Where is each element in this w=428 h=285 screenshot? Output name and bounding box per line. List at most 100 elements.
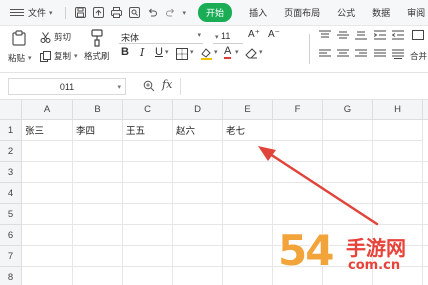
tab-insert[interactable]: 插入 — [249, 6, 267, 19]
paste-label: 粘贴 — [8, 53, 26, 63]
print-icon[interactable] — [110, 7, 122, 18]
copy-label: 复制 — [54, 51, 72, 61]
row-header[interactable]: 2 — [0, 141, 22, 162]
tab-formulas[interactable]: 公式 — [337, 6, 355, 19]
watermark-number: 54 — [278, 226, 334, 275]
zoom-icon[interactable] — [143, 80, 155, 92]
format-painter-label: 格式刷 — [84, 51, 110, 61]
cell-b1[interactable]: 李四 — [73, 120, 123, 141]
row-header[interactable]: 7 — [0, 246, 22, 267]
copy-button[interactable]: 复制 ▾ — [40, 50, 78, 62]
save-icon[interactable] — [74, 7, 86, 18]
print-preview-icon[interactable] — [128, 7, 140, 18]
chevron-down-icon[interactable]: ▾ — [165, 48, 169, 56]
column-header[interactable]: B — [73, 100, 123, 120]
column-header[interactable]: F — [273, 100, 323, 120]
merge-button[interactable]: 合并 — [410, 50, 427, 62]
chevron-down-icon[interactable]: ▾ — [214, 48, 218, 56]
column-header[interactable]: C — [123, 100, 173, 120]
name-box-value: 011 — [59, 81, 75, 92]
chevron-down-icon[interactable]: ▾ — [235, 48, 239, 56]
formula-input[interactable] — [180, 78, 428, 95]
format-painter-button[interactable]: 格式刷 — [84, 50, 110, 62]
paste-icon[interactable] — [12, 30, 26, 46]
cell-g1[interactable] — [323, 120, 373, 141]
fx-icon[interactable]: fx — [162, 78, 172, 91]
row-header[interactable]: 5 — [0, 204, 22, 225]
underline-icon[interactable]: U — [155, 46, 163, 58]
menu-icon[interactable] — [10, 8, 24, 17]
chevron-down-icon: ▾ — [117, 83, 121, 91]
redo-icon[interactable] — [165, 7, 176, 18]
font-name-value: 宋体 — [121, 33, 140, 43]
tab-review[interactable]: 审阅 — [407, 6, 425, 19]
align-left-icon[interactable] — [319, 49, 331, 59]
formula-bar: 011 ▾ fx — [0, 73, 428, 100]
chevron-down-icon[interactable]: ▾ — [183, 9, 187, 17]
paste-button[interactable]: 粘贴 ▾ — [8, 52, 32, 64]
format-painter-icon[interactable] — [90, 29, 104, 47]
fill-color-icon[interactable] — [200, 47, 213, 60]
watermark-logo: 54 手游网 com.cn — [278, 226, 428, 285]
bold-icon[interactable]: B — [121, 46, 129, 58]
cell-c1[interactable]: 王五 — [123, 120, 173, 141]
chevron-down-icon[interactable]: ▾ — [190, 48, 194, 56]
cell-a1[interactable]: 张三 — [22, 120, 73, 141]
align-right-icon[interactable] — [355, 49, 367, 59]
row-header[interactable]: 3 — [0, 162, 22, 183]
ribbon-toolbar: 粘贴 ▾ 剪切 复制 ▾ 格式刷 宋体 ▾ ▾ 11 A⁺ A⁻ B I U ▾… — [0, 26, 428, 73]
export-icon[interactable] — [92, 7, 104, 18]
row-header[interactable]: 8 — [0, 267, 22, 285]
cut-button[interactable]: 剪切 — [40, 31, 71, 43]
name-box[interactable]: 011 ▾ — [8, 78, 126, 95]
menu-bar: 文件 ▾ ▾ 开始 插入 页面布局 公式 数据 审阅 — [0, 0, 428, 26]
copy-icon — [40, 50, 51, 62]
align-top-icon[interactable] — [319, 30, 331, 40]
clear-format-icon[interactable] — [245, 47, 258, 60]
cell-h1[interactable] — [373, 120, 423, 141]
distribute-icon[interactable] — [392, 49, 404, 59]
column-header[interactable]: E — [223, 100, 273, 120]
tab-data[interactable]: 数据 — [372, 6, 390, 19]
divider — [309, 34, 310, 64]
file-menu[interactable]: 文件 — [28, 6, 46, 19]
outdent-icon[interactable] — [392, 30, 404, 40]
scissors-icon — [40, 31, 51, 43]
indent-icon[interactable] — [374, 30, 386, 40]
tab-page-layout[interactable]: 页面布局 — [284, 6, 320, 19]
wrap-text-icon[interactable] — [412, 30, 424, 40]
cell-e1[interactable]: 老七 — [223, 120, 273, 141]
column-header[interactable]: H — [373, 100, 423, 120]
cell-d1[interactable]: 赵六 — [173, 120, 223, 141]
font-size-value: 11 — [221, 31, 231, 41]
watermark-site-name: 手游网 — [346, 236, 406, 260]
font-size-select[interactable]: ▾ 11 — [213, 31, 243, 44]
row-header[interactable]: 6 — [0, 225, 22, 246]
column-header[interactable] — [423, 100, 428, 120]
chevron-down-icon: ▾ — [28, 55, 32, 62]
align-bottom-icon[interactable] — [355, 30, 367, 40]
font-color-icon[interactable]: A — [224, 45, 232, 59]
column-header[interactable]: A — [22, 100, 73, 120]
row-header[interactable]: 1 — [0, 120, 22, 141]
quick-access-toolbar: ▾ — [63, 6, 187, 19]
decrease-font-icon[interactable]: A⁻ — [268, 29, 280, 40]
increase-font-icon[interactable]: A⁺ — [248, 29, 260, 40]
select-all-corner[interactable] — [0, 100, 22, 120]
border-icon[interactable] — [176, 48, 188, 60]
chevron-down-icon[interactable]: ▾ — [259, 48, 263, 56]
italic-icon[interactable]: I — [140, 46, 144, 59]
chevron-down-icon[interactable]: ▾ — [49, 9, 53, 17]
align-center-icon[interactable] — [337, 49, 349, 59]
cut-label: 剪切 — [54, 32, 72, 42]
column-header[interactable]: D — [173, 100, 223, 120]
tab-start[interactable]: 开始 — [198, 3, 233, 22]
justify-icon[interactable] — [374, 49, 386, 59]
font-name-select[interactable]: 宋体 ▾ — [119, 31, 203, 44]
align-middle-icon[interactable] — [337, 30, 349, 40]
undo-icon[interactable] — [147, 7, 158, 18]
column-header[interactable]: G — [323, 100, 373, 120]
divider — [64, 6, 66, 19]
row-header[interactable]: 4 — [0, 183, 22, 204]
cell-f1[interactable] — [273, 120, 323, 141]
